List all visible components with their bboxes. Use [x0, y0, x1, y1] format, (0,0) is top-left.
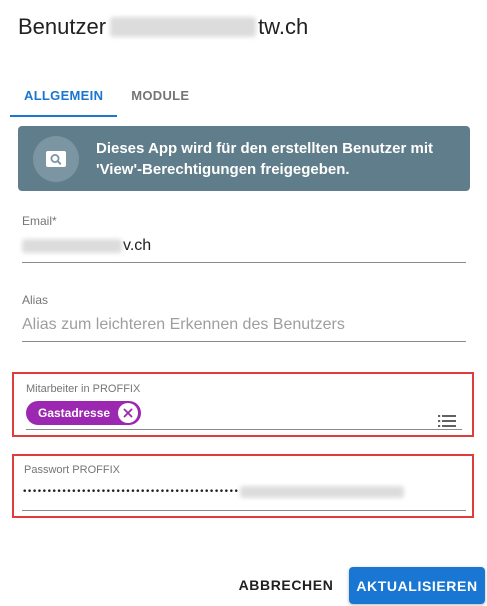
email-label: Email* — [22, 214, 57, 228]
info-text: Dieses App wird für den erstellten Benut… — [96, 138, 433, 180]
password-underline — [22, 510, 466, 511]
redacted-email-value — [22, 239, 122, 253]
employee-underline — [26, 429, 462, 430]
info-line-2: 'View'-Berechtigungen freigegeben. — [96, 160, 350, 178]
employee-label: Mitarbeiter in PROFFIX — [26, 383, 141, 395]
password-field[interactable]: Passwort PROFFIX •••••••••••••••••••••••… — [22, 464, 466, 511]
employee-value: Gastadresse — [26, 401, 462, 425]
chip-label: Gastadresse — [38, 406, 111, 420]
alias-input[interactable] — [22, 316, 466, 334]
email-field[interactable]: Email* v.ch — [22, 214, 466, 263]
email-underline — [22, 262, 466, 263]
alias-value-row — [22, 315, 466, 335]
email-value-suffix: v.ch — [123, 237, 152, 254]
dialog-title-prefix: Benutzer — [18, 14, 107, 39]
update-button[interactable]: AKTUALISIEREN — [349, 567, 485, 604]
info-line-1: Dieses App wird für den erstellten Benut… — [96, 139, 434, 157]
list-icon[interactable] — [438, 414, 456, 432]
email-value[interactable]: v.ch — [22, 236, 466, 256]
redacted-password-tail — [240, 486, 405, 498]
redacted-email — [110, 17, 257, 37]
password-label: Passwort PROFFIX — [24, 464, 120, 476]
cancel-button[interactable]: ABBRECHEN — [232, 567, 340, 603]
dialog-title-suffix: tw.ch — [258, 14, 309, 39]
alias-underline — [22, 341, 466, 342]
alias-field[interactable]: Alias — [22, 293, 466, 342]
employee-chip[interactable]: Gastadresse — [26, 401, 142, 425]
dialog-title: Benutzer tw.ch — [18, 14, 308, 40]
tab-module[interactable]: MODULE — [117, 76, 203, 117]
employee-field[interactable]: Mitarbeiter in PROFFIX Gastadresse — [26, 383, 462, 430]
info-banner: Dieses App wird für den erstellten Benut… — [18, 126, 470, 191]
tab-bar: ALLGEMEIN MODULE — [10, 76, 203, 117]
password-masked: ••••••••••••••••••••••••••••••••••••••••… — [22, 487, 239, 497]
tab-allgemein[interactable]: ALLGEMEIN — [10, 76, 118, 117]
password-value[interactable]: ••••••••••••••••••••••••••••••••••••••••… — [22, 484, 466, 500]
alias-label: Alias — [22, 293, 49, 307]
close-icon[interactable] — [118, 403, 139, 423]
search-icon — [33, 135, 79, 182]
